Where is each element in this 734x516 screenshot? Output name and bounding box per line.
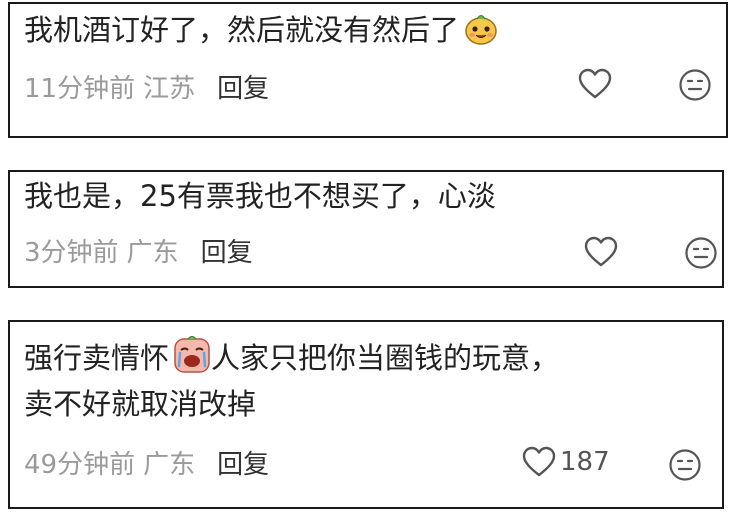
comment-meta: 11分钟前 江苏 回复 <box>24 72 269 106</box>
neutral-face-icon[interactable] <box>684 236 718 274</box>
like-button[interactable]: 187 <box>522 446 610 478</box>
like-button[interactable] <box>584 236 618 268</box>
comment-body-continued: 人家只把你当圈钱的玩意， <box>211 341 560 375</box>
comment-meta: 49分钟前 广东 回复 <box>24 448 269 482</box>
comment-body: 强行卖情怀 <box>24 341 170 375</box>
reply-button[interactable]: 回复 <box>217 74 269 104</box>
comment-text-line-1: 强行卖情怀 人家只把你当圈钱的玩意， <box>24 336 559 384</box>
comment-body: 我机酒订好了，然后就没有然后了 <box>24 13 460 47</box>
crying-face-sticker-icon <box>173 336 211 384</box>
heart-outline-icon <box>522 446 556 478</box>
comment-card: 我机酒订好了，然后就没有然后了 11分钟前 江苏 回复 <box>8 2 728 138</box>
comment-location: 江苏 <box>143 74 196 104</box>
comment-card: 强行卖情怀 人家只把你当圈钱的玩意， 卖不好就取消改掉 49分钟前 广东 回复 18… <box>8 320 724 509</box>
comment-meta: 3分钟前 广东 回复 <box>24 236 253 270</box>
comment-card: 我也是，25有票我也不想买了，心淡 3分钟前 广东 回复 <box>8 170 724 288</box>
comment-time: 49分钟前 <box>24 450 136 480</box>
reply-button[interactable]: 回复 <box>201 238 253 268</box>
comment-location: 广东 <box>143 450 196 480</box>
neutral-face-icon[interactable] <box>678 68 712 106</box>
like-button[interactable] <box>578 68 612 100</box>
smiling-face-sticker-icon <box>463 12 499 56</box>
comment-text: 我也是，25有票我也不想买了，心淡 <box>24 179 496 213</box>
comment-text-line-2: 卖不好就取消改掉 <box>24 387 257 421</box>
comment-time: 11分钟前 <box>24 74 136 104</box>
comment-time: 3分钟前 <box>24 238 119 268</box>
reply-button[interactable]: 回复 <box>217 450 269 480</box>
comment-text: 我机酒订好了，然后就没有然后了 <box>24 10 499 56</box>
neutral-face-icon[interactable] <box>668 448 702 486</box>
heart-outline-icon <box>578 68 612 100</box>
heart-outline-icon <box>584 236 618 268</box>
comment-location: 广东 <box>126 238 179 268</box>
like-count: 187 <box>560 447 610 477</box>
